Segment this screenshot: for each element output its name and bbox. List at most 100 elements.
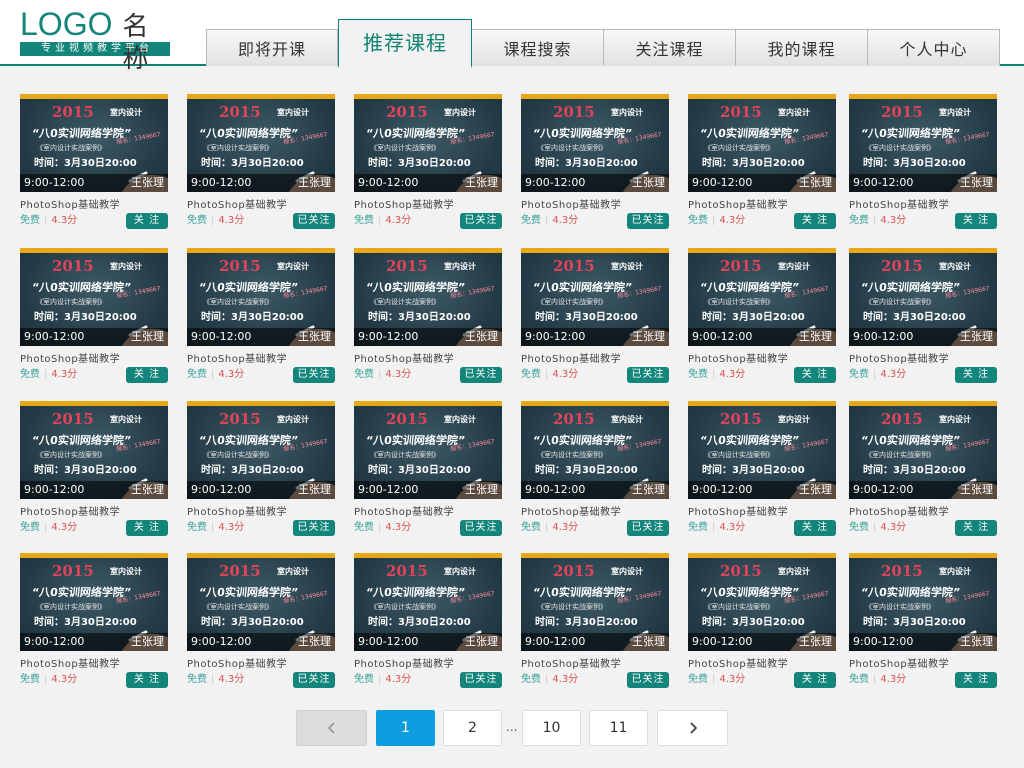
- follow-button[interactable]: 关 注: [955, 367, 997, 383]
- course-card[interactable]: 2015 室内设计 “八0实训网络学院” 《室内设计实战案例》 时间：3月30日20:0…: [688, 553, 836, 693]
- course-title[interactable]: PhotoShop基础教学: [688, 655, 788, 670]
- course-thumbnail[interactable]: 2015 室内设计 “八0实训网络学院” 《室内设计实战案例》 时间：3月30日20:0…: [849, 248, 997, 346]
- tab-followed-courses[interactable]: 关注课程: [604, 29, 736, 66]
- course-card[interactable]: 2015 室内设计 “八0实训网络学院” 《室内设计实战案例》 时间：3月30日20:0…: [187, 553, 335, 693]
- follow-button[interactable]: 已关注: [460, 367, 502, 383]
- course-card[interactable]: 2015 室内设计 “八0实训网络学院” 《室内设计实战案例》 时间：3月30日20:0…: [849, 401, 997, 541]
- course-card[interactable]: 2015 室内设计 “八0实训网络学院” 《室内设计实战案例》 时间：3月30日20:0…: [521, 248, 669, 388]
- next-page-button[interactable]: [657, 710, 728, 746]
- course-title[interactable]: PhotoShop基础教学: [688, 503, 788, 518]
- course-title[interactable]: PhotoShop基础教学: [521, 350, 621, 365]
- course-card[interactable]: 2015 室内设计 “八0实训网络学院” 《室内设计实战案例》 时间：3月30日20:0…: [688, 94, 836, 234]
- course-thumbnail[interactable]: 2015 室内设计 “八0实训网络学院” 《室内设计实战案例》 时间：3月30日20:0…: [849, 553, 997, 651]
- course-title[interactable]: PhotoShop基础教学: [20, 503, 120, 518]
- follow-button[interactable]: 关 注: [794, 672, 836, 688]
- course-thumbnail[interactable]: 2015 室内设计 “八0实训网络学院” 《室内设计实战案例》 时间：3月30日20:0…: [187, 94, 335, 192]
- follow-button[interactable]: 已关注: [627, 367, 669, 383]
- follow-button[interactable]: 已关注: [293, 520, 335, 536]
- course-thumbnail[interactable]: 2015 室内设计 “八0实训网络学院” 《室内设计实战案例》 时间：3月30日20:0…: [20, 248, 168, 346]
- prev-page-button[interactable]: [296, 710, 367, 746]
- course-card[interactable]: 2015 室内设计 “八0实训网络学院” 《室内设计实战案例》 时间：3月30日20:0…: [521, 553, 669, 693]
- page-button-11[interactable]: 11: [589, 710, 648, 746]
- course-thumbnail[interactable]: 2015 室内设计 “八0实训网络学院” 《室内设计实战案例》 时间：3月30日20:0…: [521, 94, 669, 192]
- logo[interactable]: LOGO 名称 专业视频教学平台: [20, 8, 172, 74]
- course-title[interactable]: PhotoShop基础教学: [521, 196, 621, 211]
- course-thumbnail[interactable]: 2015 室内设计 “八0实训网络学院” 《室内设计实战案例》 时间：3月30日20:0…: [354, 553, 502, 651]
- follow-button[interactable]: 已关注: [627, 213, 669, 229]
- course-card[interactable]: 2015 室内设计 “八0实训网络学院” 《室内设计实战案例》 时间：3月30日20:0…: [688, 401, 836, 541]
- follow-button[interactable]: 已关注: [460, 213, 502, 229]
- course-card[interactable]: 2015 室内设计 “八0实训网络学院” 《室内设计实战案例》 时间：3月30日20:0…: [187, 94, 335, 234]
- course-thumbnail[interactable]: 2015 室内设计 “八0实训网络学院” 《室内设计实战案例》 时间：3月30日20:0…: [187, 553, 335, 651]
- course-thumbnail[interactable]: 2015 室内设计 “八0实训网络学院” 《室内设计实战案例》 时间：3月30日20:0…: [354, 401, 502, 499]
- follow-button[interactable]: 关 注: [955, 520, 997, 536]
- course-card[interactable]: 2015 室内设计 “八0实训网络学院” 《室内设计实战案例》 时间：3月30日20:0…: [354, 401, 502, 541]
- course-card[interactable]: 2015 室内设计 “八0实训网络学院” 《室内设计实战案例》 时间：3月30日20:0…: [354, 248, 502, 388]
- course-thumbnail[interactable]: 2015 室内设计 “八0实训网络学院” 《室内设计实战案例》 时间：3月30日20:0…: [688, 401, 836, 499]
- page-button-1[interactable]: 1: [376, 710, 435, 746]
- page-button-10[interactable]: 10: [522, 710, 581, 746]
- course-title[interactable]: PhotoShop基础教学: [187, 196, 287, 211]
- course-card[interactable]: 2015 室内设计 “八0实训网络学院” 《室内设计实战案例》 时间：3月30日20:0…: [20, 248, 168, 388]
- course-title[interactable]: PhotoShop基础教学: [20, 655, 120, 670]
- follow-button[interactable]: 已关注: [460, 520, 502, 536]
- course-title[interactable]: PhotoShop基础教学: [849, 503, 949, 518]
- course-card[interactable]: 2015 室内设计 “八0实训网络学院” 《室内设计实战案例》 时间：3月30日20:0…: [354, 553, 502, 693]
- follow-button[interactable]: 已关注: [293, 213, 335, 229]
- course-title[interactable]: PhotoShop基础教学: [688, 350, 788, 365]
- course-thumbnail[interactable]: 2015 室内设计 “八0实训网络学院” 《室内设计实战案例》 时间：3月30日20:0…: [187, 401, 335, 499]
- course-card[interactable]: 2015 室内设计 “八0实训网络学院” 《室内设计实战案例》 时间：3月30日20:0…: [187, 248, 335, 388]
- course-title[interactable]: PhotoShop基础教学: [521, 655, 621, 670]
- course-thumbnail[interactable]: 2015 室内设计 “八0实训网络学院” 《室内设计实战案例》 时间：3月30日20:0…: [354, 248, 502, 346]
- tab-my-courses[interactable]: 我的课程: [736, 29, 868, 66]
- follow-button[interactable]: 已关注: [293, 367, 335, 383]
- follow-button[interactable]: 关 注: [955, 672, 997, 688]
- course-thumbnail[interactable]: 2015 室内设计 “八0实训网络学院” 《室内设计实战案例》 时间：3月30日20:0…: [521, 401, 669, 499]
- course-thumbnail[interactable]: 2015 室内设计 “八0实训网络学院” 《室内设计实战案例》 时间：3月30日20:0…: [688, 248, 836, 346]
- course-thumbnail[interactable]: 2015 室内设计 “八0实训网络学院” 《室内设计实战案例》 时间：3月30日20:0…: [849, 401, 997, 499]
- course-card[interactable]: 2015 室内设计 “八0实训网络学院” 《室内设计实战案例》 时间：3月30日20:0…: [849, 553, 997, 693]
- course-title[interactable]: PhotoShop基础教学: [354, 655, 454, 670]
- course-thumbnail[interactable]: 2015 室内设计 “八0实训网络学院” 《室内设计实战案例》 时间：3月30日20:0…: [20, 94, 168, 192]
- course-thumbnail[interactable]: 2015 室内设计 “八0实训网络学院” 《室内设计实战案例》 时间：3月30日20:0…: [354, 94, 502, 192]
- follow-button[interactable]: 关 注: [126, 213, 168, 229]
- page-button-2[interactable]: 2: [443, 710, 502, 746]
- follow-button[interactable]: 关 注: [794, 213, 836, 229]
- tab-personal-center[interactable]: 个人中心: [868, 29, 1000, 66]
- course-thumbnail[interactable]: 2015 室内设计 “八0实训网络学院” 《室内设计实战案例》 时间：3月30日20:0…: [688, 94, 836, 192]
- follow-button[interactable]: 已关注: [627, 672, 669, 688]
- follow-button[interactable]: 关 注: [126, 367, 168, 383]
- course-thumbnail[interactable]: 2015 室内设计 “八0实训网络学院” 《室内设计实战案例》 时间：3月30日20:0…: [521, 553, 669, 651]
- course-thumbnail[interactable]: 2015 室内设计 “八0实训网络学院” 《室内设计实战案例》 时间：3月30日20:0…: [20, 553, 168, 651]
- follow-button[interactable]: 关 注: [955, 213, 997, 229]
- course-title[interactable]: PhotoShop基础教学: [354, 196, 454, 211]
- course-title[interactable]: PhotoShop基础教学: [849, 655, 949, 670]
- course-title[interactable]: PhotoShop基础教学: [187, 503, 287, 518]
- course-title[interactable]: PhotoShop基础教学: [20, 196, 120, 211]
- follow-button[interactable]: 关 注: [794, 367, 836, 383]
- course-thumbnail[interactable]: 2015 室内设计 “八0实训网络学院” 《室内设计实战案例》 时间：3月30日20:0…: [849, 94, 997, 192]
- course-thumbnail[interactable]: 2015 室内设计 “八0实训网络学院” 《室内设计实战案例》 时间：3月30日20:0…: [521, 248, 669, 346]
- tab-upcoming[interactable]: 即将开课: [206, 29, 338, 66]
- follow-button[interactable]: 关 注: [794, 520, 836, 536]
- course-card[interactable]: 2015 室内设计 “八0实训网络学院” 《室内设计实战案例》 时间：3月30日20:0…: [20, 553, 168, 693]
- course-title[interactable]: PhotoShop基础教学: [354, 350, 454, 365]
- follow-button[interactable]: 已关注: [293, 672, 335, 688]
- follow-button[interactable]: 已关注: [460, 672, 502, 688]
- course-card[interactable]: 2015 室内设计 “八0实训网络学院” 《室内设计实战案例》 时间：3月30日20:0…: [20, 401, 168, 541]
- course-title[interactable]: PhotoShop基础教学: [521, 503, 621, 518]
- course-title[interactable]: PhotoShop基础教学: [849, 350, 949, 365]
- course-title[interactable]: PhotoShop基础教学: [849, 196, 949, 211]
- course-title[interactable]: PhotoShop基础教学: [688, 196, 788, 211]
- course-card[interactable]: 2015 室内设计 “八0实训网络学院” 《室内设计实战案例》 时间：3月30日20:0…: [354, 94, 502, 234]
- course-card[interactable]: 2015 室内设计 “八0实训网络学院” 《室内设计实战案例》 时间：3月30日20:0…: [849, 248, 997, 388]
- follow-button[interactable]: 关 注: [126, 520, 168, 536]
- course-thumbnail[interactable]: 2015 室内设计 “八0实训网络学院” 《室内设计实战案例》 时间：3月30日20:0…: [20, 401, 168, 499]
- tab-course-search[interactable]: 课程搜索: [472, 29, 604, 66]
- course-card[interactable]: 2015 室内设计 “八0实训网络学院” 《室内设计实战案例》 时间：3月30日20:0…: [187, 401, 335, 541]
- follow-button[interactable]: 已关注: [627, 520, 669, 536]
- course-title[interactable]: PhotoShop基础教学: [187, 350, 287, 365]
- course-title[interactable]: PhotoShop基础教学: [187, 655, 287, 670]
- course-card[interactable]: 2015 室内设计 “八0实训网络学院” 《室内设计实战案例》 时间：3月30日20:0…: [20, 94, 168, 234]
- course-thumbnail[interactable]: 2015 室内设计 “八0实训网络学院” 《室内设计实战案例》 时间：3月30日20:0…: [187, 248, 335, 346]
